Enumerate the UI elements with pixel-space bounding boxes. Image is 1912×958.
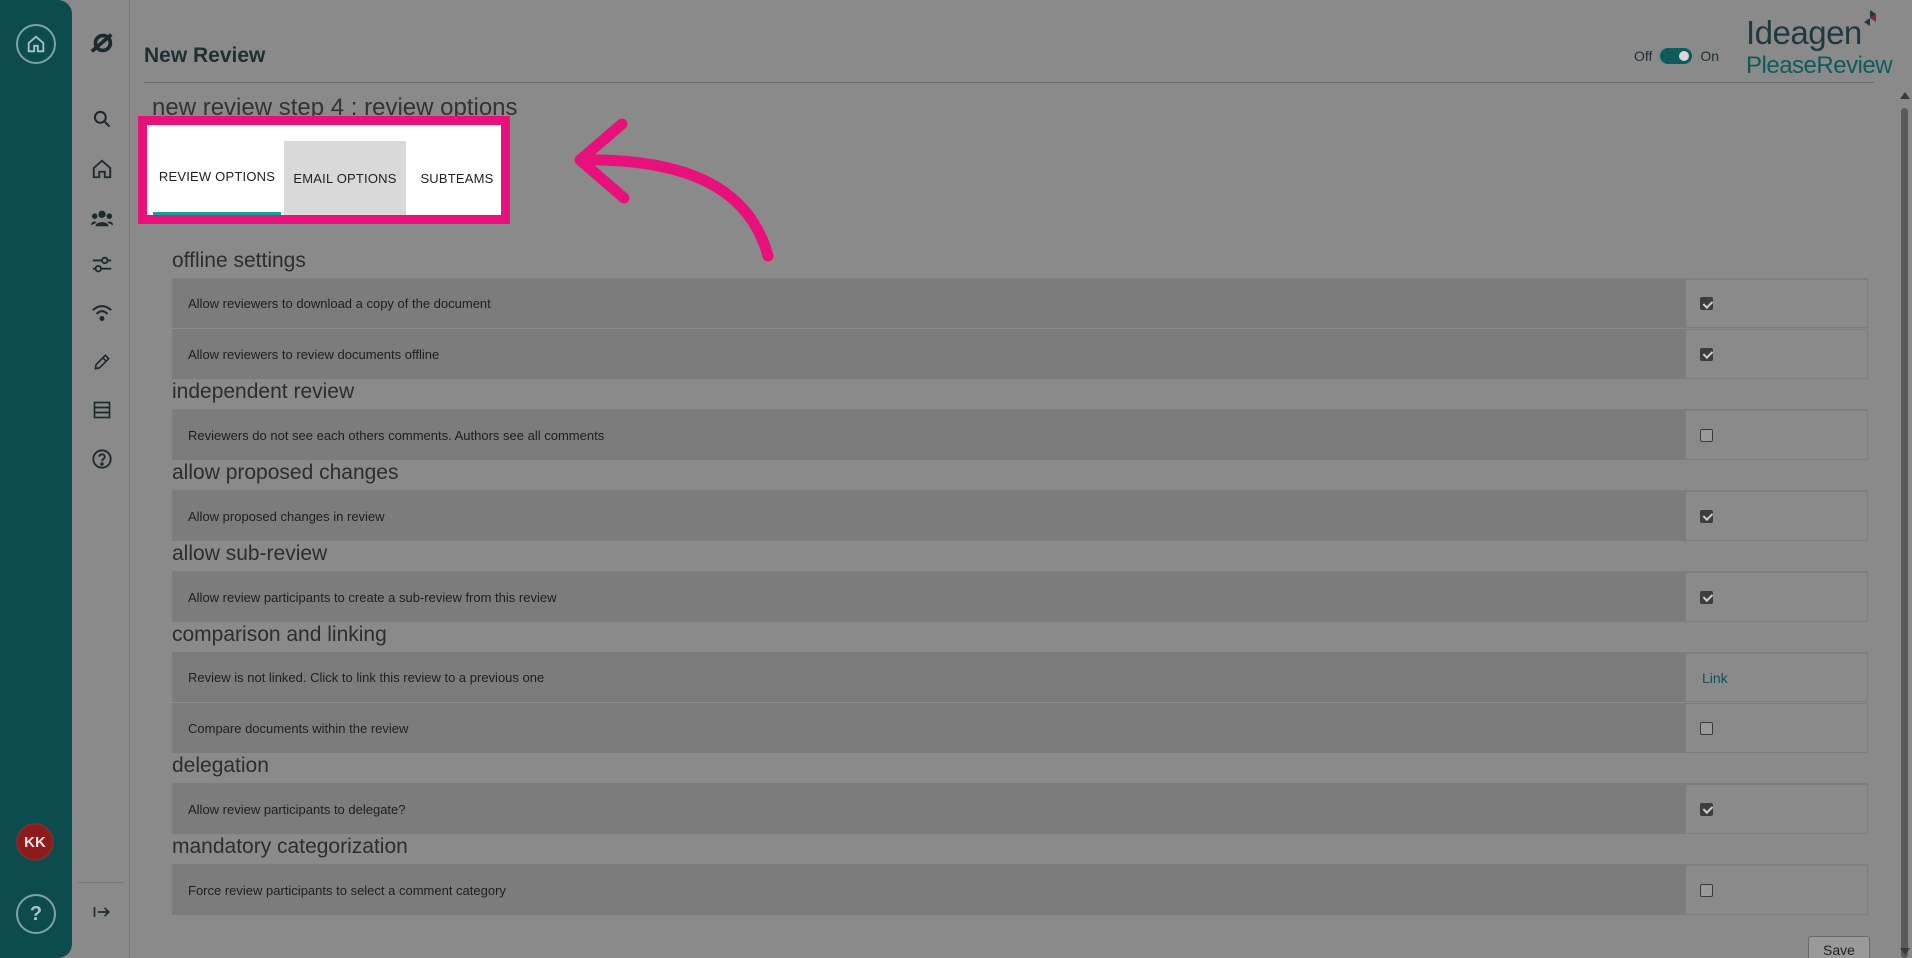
option-group: Reviewers do not see each others comment… (172, 409, 1868, 460)
ideagen-logo: Ideagen PleaseReview (1746, 10, 1896, 80)
icon-sidebar (72, 0, 130, 958)
option-section: offline settings Allow reviewers to downl… (172, 248, 1868, 379)
section-title: offline settings (172, 249, 306, 272)
option-checkbox[interactable] (1700, 590, 1713, 604)
scroll-down-icon[interactable] (1900, 948, 1910, 955)
option-row: Allow review participants to create a su… (172, 572, 1868, 622)
option-section: mandatory categorization Force review par… (172, 834, 1868, 915)
option-row: Compare documents within the review (172, 703, 1868, 753)
option-control (1686, 410, 1868, 460)
option-row: Allow proposed changes in review (172, 491, 1868, 541)
option-control (1686, 784, 1868, 834)
option-checkbox[interactable] (1700, 509, 1713, 523)
page-title: New Review (144, 44, 266, 67)
option-label: Force review participants to select a co… (172, 865, 1686, 915)
option-row: Review is not linked. Click to link this… (172, 653, 1868, 703)
option-section: allow sub-review Allow review participant… (172, 541, 1868, 622)
option-checkbox[interactable] (1700, 721, 1713, 735)
option-label: Allow reviewers to review documents offl… (172, 329, 1686, 379)
sidebar-divider (78, 882, 124, 883)
option-label: Review is not linked. Click to link this… (172, 653, 1686, 702)
option-group: Force review participants to select a co… (172, 864, 1868, 915)
option-label: Allow reviewers to download a copy of th… (172, 279, 1686, 328)
option-control (1686, 329, 1868, 379)
option-section: comparison and linking Review is not link… (172, 622, 1868, 753)
logo-product: PleaseReview (1746, 52, 1893, 79)
on-off-toggle[interactable] (1660, 48, 1693, 64)
annotation-arrow-icon (574, 118, 774, 262)
home-icon[interactable] (16, 24, 56, 64)
option-checkbox[interactable] (1700, 297, 1713, 310)
option-section: allow proposed changes Allow proposed cha… (172, 460, 1868, 541)
avatar[interactable]: KK (16, 823, 54, 861)
option-group: Allow proposed changes in review (172, 490, 1868, 541)
section-title: comparison and linking (172, 623, 387, 646)
home-nav-icon[interactable] (89, 156, 115, 182)
option-control (1686, 865, 1868, 915)
header-divider (144, 82, 1874, 83)
option-checkbox[interactable] (1700, 347, 1713, 361)
tabs-highlight: REVIEW OPTIONS EMAIL OPTIONS SUBTEAMS (138, 116, 510, 224)
save-button[interactable]: Save (1808, 936, 1870, 958)
option-label: Allow proposed changes in review (172, 491, 1686, 541)
option-group: Allow review participants to create a su… (172, 571, 1868, 622)
pencil-icon[interactable] (89, 349, 115, 375)
toggle-on-label: On (1700, 48, 1720, 64)
option-control: Link (1686, 653, 1868, 702)
option-group: Allow reviewers to download a copy of th… (172, 278, 1868, 379)
list-icon[interactable] (89, 397, 115, 423)
users-icon[interactable] (89, 205, 115, 231)
logo-brand: Ideagen (1746, 14, 1862, 51)
toggle-off-label: Off (1634, 48, 1653, 64)
wifi-icon[interactable] (89, 300, 115, 326)
scrollbar-thumb[interactable] (1901, 108, 1908, 958)
option-checkbox[interactable] (1700, 428, 1713, 442)
option-control (1686, 279, 1868, 328)
option-group: Review is not linked. Click to link this… (172, 652, 1868, 753)
option-row: Force review participants to select a co… (172, 865, 1868, 915)
section-title: delegation (172, 754, 269, 777)
scrollbar[interactable] (1898, 88, 1912, 958)
tab-review-options[interactable]: REVIEW OPTIONS (153, 141, 281, 215)
section-title: independent review (172, 380, 355, 403)
option-label: Allow review participants to create a su… (172, 572, 1686, 622)
pleasereview-logo-icon[interactable] (89, 30, 115, 56)
expand-sidebar-icon[interactable] (89, 899, 115, 925)
logo-mark-icon (1864, 10, 1876, 26)
option-section: delegation Allow review participants to d… (172, 753, 1868, 834)
section-title: allow proposed changes (172, 461, 399, 484)
section-title: mandatory categorization (172, 835, 408, 858)
app-rail: KK ? (0, 0, 72, 958)
option-row: Allow reviewers to download a copy of th… (172, 279, 1868, 329)
option-checkbox[interactable] (1700, 802, 1713, 816)
search-icon[interactable] (89, 106, 115, 132)
option-group: Allow review participants to delegate? (172, 783, 1868, 834)
sliders-icon[interactable] (89, 252, 115, 278)
option-row: Allow review participants to delegate? (172, 784, 1868, 834)
option-checkbox[interactable] (1700, 883, 1713, 897)
option-label: Reviewers do not see each others comment… (172, 410, 1686, 460)
option-control (1686, 703, 1868, 753)
option-section: independent review Reviewers do not see e… (172, 379, 1868, 460)
tab-subteams[interactable]: SUBTEAMS (409, 141, 505, 215)
section-title: allow sub-review (172, 542, 328, 565)
on-off-toggle-group: Off On (1634, 48, 1719, 64)
link-review-link[interactable]: Link (1702, 670, 1728, 686)
option-control (1686, 572, 1868, 622)
option-row: Reviewers do not see each others comment… (172, 410, 1868, 460)
help-icon[interactable]: ? (16, 894, 56, 934)
option-label: Compare documents within the review (172, 703, 1686, 753)
option-row: Allow reviewers to review documents offl… (172, 329, 1868, 379)
option-label: Allow review participants to delegate? (172, 784, 1686, 834)
review-options-list: offline settings Allow reviewers to downl… (172, 248, 1868, 915)
help-circle-icon[interactable] (89, 446, 115, 472)
scroll-up-icon[interactable] (1900, 92, 1910, 99)
option-control (1686, 491, 1868, 541)
tab-email-options[interactable]: EMAIL OPTIONS (284, 141, 406, 215)
